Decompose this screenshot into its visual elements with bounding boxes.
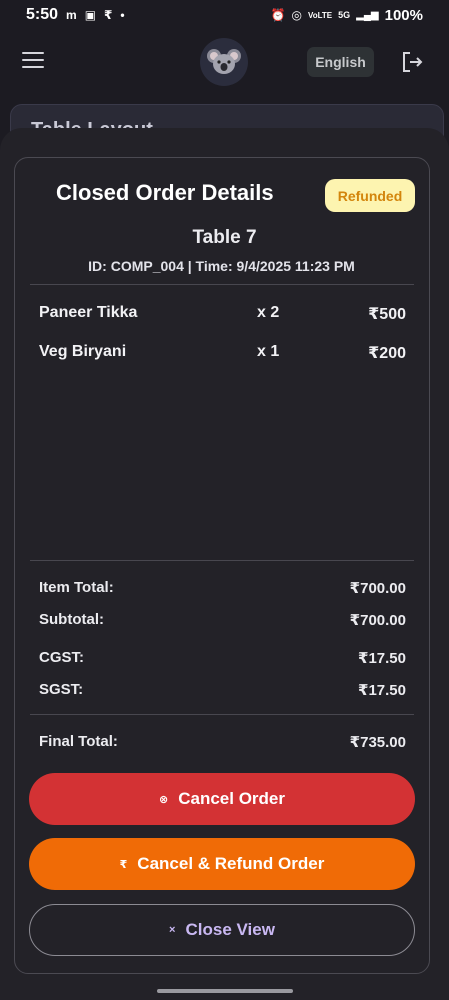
list-item: Paneer Tikka x 2 ₹500	[39, 304, 406, 326]
close-view-button[interactable]: × Close View	[29, 904, 415, 956]
subtotal-label: Subtotal:	[39, 611, 104, 628]
status-time: 5:50	[26, 6, 59, 23]
status-badge: Refunded	[325, 179, 415, 212]
dot-icon: •	[120, 8, 125, 22]
sgst-label: SGST:	[39, 681, 84, 698]
cancel-circle-icon: ⊗	[159, 793, 169, 806]
rupee-icon: ₹	[119, 858, 128, 871]
cancel-order-label: Cancel Order	[178, 789, 285, 808]
item-price: ₹200	[368, 345, 406, 362]
dialog-title: Closed Order Details	[56, 180, 274, 205]
notification-m-icon: m	[66, 8, 77, 22]
language-button[interactable]: English	[307, 47, 374, 77]
item-total-label: Item Total:	[39, 579, 114, 596]
cgst-label: CGST:	[39, 649, 84, 666]
cancel-order-button[interactable]: ⊗ Cancel Order	[29, 773, 415, 825]
signal-icon: ▂▄▆	[356, 9, 379, 21]
app-bar: English	[0, 34, 449, 90]
item-name: Paneer Tikka	[39, 304, 138, 321]
cancel-refund-button[interactable]: ₹ Cancel & Refund Order	[29, 838, 415, 890]
divider	[30, 284, 414, 285]
table-name: Table 7	[192, 227, 257, 248]
item-qty: x 1	[257, 343, 280, 360]
divider	[30, 560, 414, 561]
subtotal-value: ₹700.00	[349, 612, 406, 629]
menu-icon[interactable]	[22, 52, 44, 68]
rupee-notification-icon: ₹	[104, 8, 113, 22]
status-bar: 5:50 m ▣ ₹ • ⏰ ◎ VoLTE 5G ▂▄▆ 100%	[0, 0, 449, 30]
item-qty: x 2	[257, 304, 280, 321]
alarm-icon: ⏰	[270, 8, 286, 22]
divider	[30, 714, 414, 715]
hotspot-icon: ◎	[291, 8, 302, 22]
close-icon: ×	[169, 924, 176, 936]
final-total-value: ₹735.00	[349, 734, 406, 751]
home-indicator[interactable]	[157, 989, 293, 993]
5g-icon: 5G	[338, 10, 351, 20]
item-name: Veg Biryani	[39, 343, 127, 360]
koala-logo-icon	[207, 49, 241, 74]
item-price: ₹500	[368, 306, 406, 323]
item-total-value: ₹700.00	[349, 580, 406, 597]
final-total-label: Final Total:	[39, 733, 118, 750]
logout-icon[interactable]	[400, 50, 424, 74]
volte-icon: VoLTE	[307, 10, 333, 20]
sgst-value: ₹17.50	[358, 682, 406, 699]
close-view-label: Close View	[185, 920, 275, 939]
list-item: Veg Biryani x 1 ₹200	[39, 343, 406, 365]
cancel-refund-label: Cancel & Refund Order	[137, 854, 325, 873]
order-meta: ID: COMP_004 | Time: 9/4/2025 11:23 PM	[88, 258, 355, 274]
gallery-icon: ▣	[84, 8, 97, 22]
koala-logo	[200, 38, 248, 86]
cgst-value: ₹17.50	[358, 650, 406, 667]
battery-level: 100%	[384, 6, 423, 24]
